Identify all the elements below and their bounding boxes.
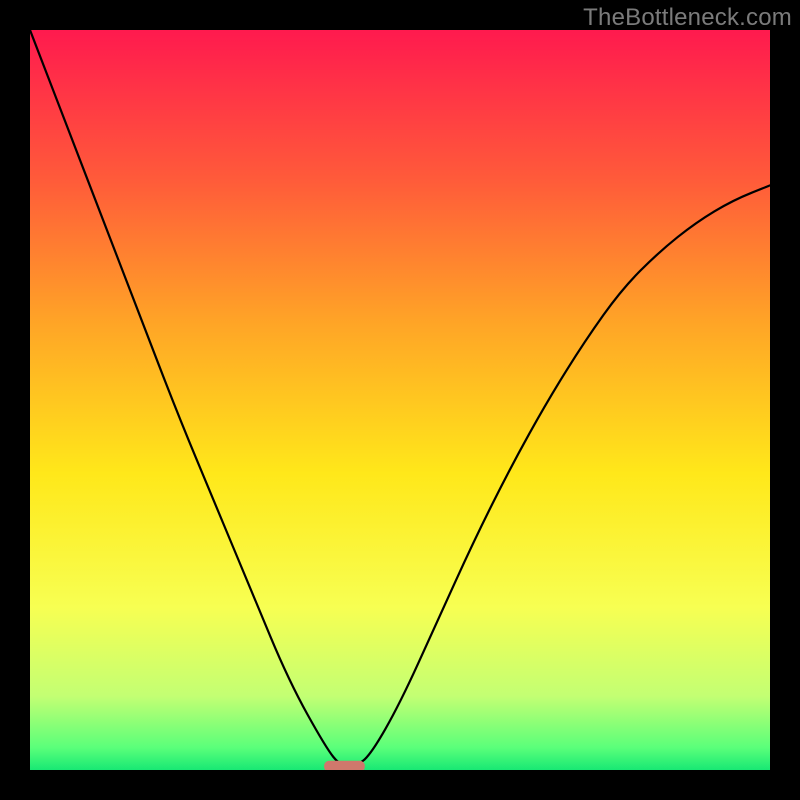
watermark-label: TheBottleneck.com bbox=[583, 4, 792, 32]
chart-frame: TheBottleneck.com bbox=[0, 0, 800, 800]
dip-marker bbox=[324, 761, 365, 770]
gradient-background bbox=[30, 30, 770, 770]
bottleneck-chart bbox=[30, 30, 770, 770]
